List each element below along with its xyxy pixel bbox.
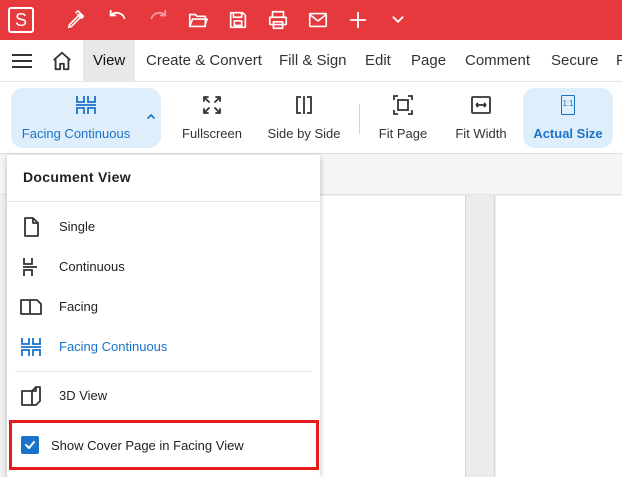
side-by-side-icon [293,92,315,118]
redo-icon[interactable] [146,8,170,32]
view-option-facing-continuous[interactable]: Facing Continuous [7,328,320,364]
menu-fill-sign[interactable]: Fill & Sign [279,40,347,82]
dropdown-divider [15,371,312,372]
menu-view[interactable]: View [83,40,136,82]
menu-more[interactable]: F [616,40,622,82]
page-gutter [465,195,495,477]
document-page-right [496,196,622,477]
pen-icon[interactable] [64,8,88,32]
cover-page-option[interactable]: Show Cover Page in Facing View [9,420,319,470]
hamburger-menu-icon[interactable] [12,52,32,70]
menu-secure[interactable]: Secure [551,40,599,82]
facing-continuous-icon [75,92,97,118]
single-page-icon [20,216,42,238]
ribbon-separator [359,104,360,134]
open-folder-icon[interactable] [186,8,210,32]
undo-icon[interactable] [106,8,130,32]
fit-page-button[interactable]: Fit Page [372,88,434,148]
fit-width-icon [470,92,492,118]
actual-size-button[interactable]: 1:1 Actual Size [523,88,613,148]
fit-page-icon [392,92,414,118]
menu-edit[interactable]: Edit [365,40,391,82]
fullscreen-icon [201,92,223,118]
view-option-3d[interactable]: 3D View [7,377,320,413]
actual-size-icon: 1:1 [561,92,575,118]
view-option-facing[interactable]: Facing [7,288,320,324]
view-ribbon: Facing Continuous Fullscreen Side by Sid… [0,82,622,154]
3d-view-icon [20,385,42,407]
view-option-single[interactable]: Single [7,208,320,244]
document-page-left [320,196,465,477]
home-icon[interactable] [51,50,73,72]
title-bar: S [0,0,622,40]
app-logo[interactable]: S [8,7,34,33]
continuous-icon [20,256,42,278]
facing-continuous-button[interactable]: Facing Continuous [11,88,161,148]
document-view-dropdown: Document View Single Continuous Facing F… [7,155,320,477]
menu-comment[interactable]: Comment [465,40,530,82]
cover-page-checkbox[interactable] [21,436,39,454]
cover-page-label: Show Cover Page in Facing View [51,438,244,453]
checkmark-icon [25,441,35,449]
facing-icon [20,296,42,318]
view-option-continuous[interactable]: Continuous [7,248,320,284]
side-by-side-button[interactable]: Side by Side [266,88,342,148]
chevron-down-icon[interactable] [386,8,410,32]
print-icon[interactable] [266,8,290,32]
menu-page[interactable]: Page [411,40,446,82]
menu-bar: View Create & Convert Fill & Sign Edit P… [0,40,622,82]
facing-continuous-icon [20,336,42,358]
dropdown-title: Document View [23,169,131,185]
menu-create-convert[interactable]: Create & Convert [146,40,262,82]
mail-icon[interactable] [306,8,330,32]
plus-icon[interactable] [346,8,370,32]
fit-width-button[interactable]: Fit Width [450,88,512,148]
save-icon[interactable] [226,8,250,32]
chevron-up-icon[interactable] [145,110,157,122]
fullscreen-button[interactable]: Fullscreen [178,88,246,148]
dropdown-divider [7,201,320,202]
